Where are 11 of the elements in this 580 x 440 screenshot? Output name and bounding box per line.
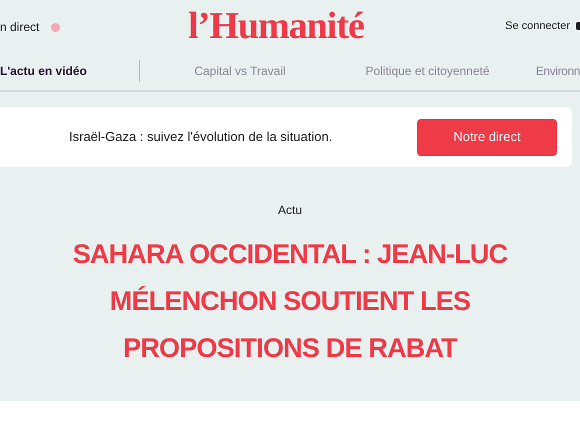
nav-tab[interactable]: Politique et citoyenneté [365, 62, 490, 80]
live-label[interactable]: n direct [0, 18, 40, 36]
nav-tab[interactable]: Capital vs Travail [194, 62, 286, 80]
category-label[interactable]: Actu [0, 201, 580, 219]
login-link[interactable]: Se connecter [505, 18, 570, 34]
logo[interactable]: l’Humanité [178, 4, 374, 48]
nav-tab[interactable]: L'actu en vidéo [0, 62, 87, 80]
live-button[interactable]: Notre direct [417, 118, 557, 156]
banner-text: Israël-Gaza : suivez l'évolution de la situation. [69, 128, 334, 146]
article-title: SAHARA OCCIDENTAL : JEAN-LUC MÉLENCHON SOUTIENT LES PROPOSITIONS DE RABAT [72, 238, 508, 365]
nav-tab[interactable]: Environn [536, 62, 580, 80]
